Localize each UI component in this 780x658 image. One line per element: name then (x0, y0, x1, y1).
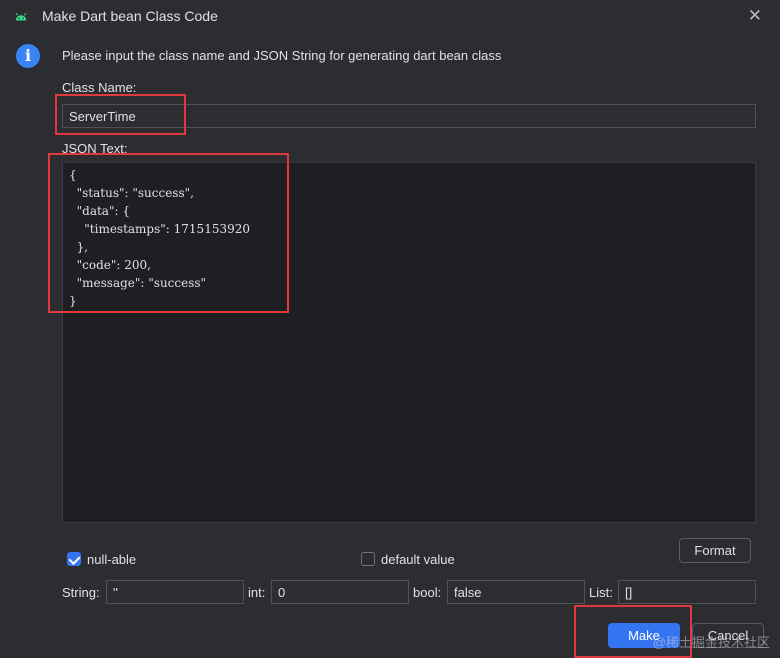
json-text-label: JSON Text: (62, 141, 128, 156)
json-text-area[interactable]: { "status": "success", "data": { "timest… (62, 162, 756, 523)
bool-input[interactable] (447, 580, 585, 604)
null-able-checkbox[interactable] (67, 552, 81, 566)
class-name-input[interactable] (62, 104, 756, 128)
int-label: int: (248, 585, 266, 600)
format-button[interactable]: Format (679, 538, 751, 563)
string-input[interactable] (106, 580, 244, 604)
info-icon: i (16, 44, 40, 68)
bool-label: bool: (413, 585, 442, 600)
window-title: Make Dart bean Class Code (42, 8, 218, 24)
list-input[interactable] (618, 580, 756, 604)
default-value-checkbox[interactable] (361, 552, 375, 566)
class-name-label: Class Name: (62, 80, 137, 95)
null-able-label: null-able (87, 552, 137, 567)
int-input[interactable] (271, 580, 409, 604)
title-bar: Make Dart bean Class Code ✕ (0, 0, 780, 34)
android-icon (15, 12, 27, 21)
close-icon[interactable]: ✕ (748, 6, 762, 26)
list-label: List: (589, 585, 613, 600)
default-value-label: default value (381, 552, 455, 567)
info-message: Please input the class name and JSON Str… (62, 48, 502, 63)
watermark: @稀土掘金技术社区 (652, 635, 770, 650)
string-label: String: (62, 585, 100, 600)
